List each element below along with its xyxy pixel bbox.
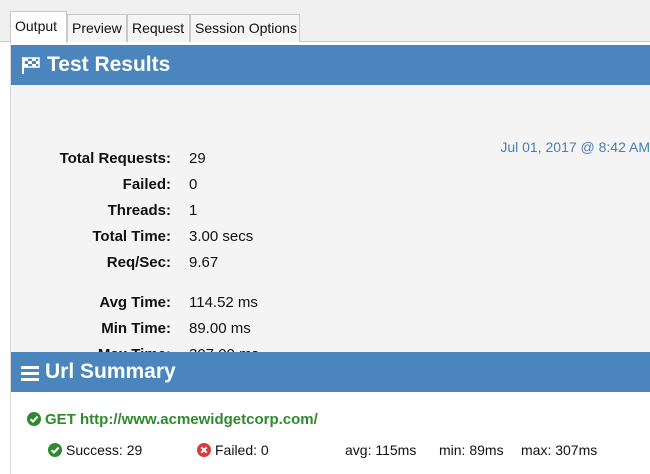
min-time-summary: min: 89ms	[439, 442, 504, 458]
stat-value: 29	[189, 150, 206, 167]
list-icon	[21, 363, 39, 387]
run-timestamp: Jul 01, 2017 @ 8:42 AM	[500, 139, 650, 155]
stat-avg-time: Avg Time: 114.52 ms	[11, 294, 411, 314]
stat-label: Total Requests:	[59, 150, 171, 167]
success-count: Success: 29	[48, 442, 142, 458]
tab-session-options[interactable]: Session Options	[190, 14, 300, 42]
stat-total-time: Total Time: 3.00 secs	[11, 228, 411, 248]
max-time-summary: max: 307ms	[521, 442, 598, 458]
url-summary-panel: GET http://www.acmewidgetcorp.com/ Succe…	[11, 392, 650, 474]
output-content: Test Results Jul 01, 2017 @ 8:42 AM Tota…	[10, 42, 650, 474]
success-count-text: Success: 29	[66, 442, 143, 458]
tab-request[interactable]: Request	[127, 14, 190, 42]
stat-value: 1	[189, 202, 198, 219]
test-results-panel: Jul 01, 2017 @ 8:42 AM Total Requests: 2…	[11, 85, 650, 363]
avg-time-summary: avg: 115ms	[345, 442, 417, 458]
stat-total-requests: Total Requests: 29	[11, 150, 411, 170]
failed-count: Failed: 0	[197, 442, 269, 458]
stat-value: 0	[189, 176, 198, 193]
failure-x-icon	[197, 443, 211, 457]
stat-label: Avg Time:	[99, 294, 171, 311]
checkered-flag-icon	[21, 56, 41, 80]
stat-value: 3.00 secs	[189, 228, 254, 245]
http-test-output-window: Output Preview Request Session Options T…	[0, 0, 650, 474]
stat-label: Failed:	[122, 176, 171, 193]
tab-output[interactable]: Output	[10, 11, 67, 43]
stat-failed: Failed: 0	[11, 176, 411, 196]
stat-value: 114.52 ms	[189, 294, 258, 311]
tab-strip: Output Preview Request Session Options	[0, 0, 650, 43]
stat-label: Threads:	[107, 202, 171, 219]
success-check-icon	[48, 443, 62, 457]
url-summary-header: Url Summary	[11, 352, 650, 392]
stat-label: Req/Sec:	[106, 254, 171, 271]
url-entry[interactable]: GET http://www.acmewidgetcorp.com/	[27, 411, 318, 428]
failed-count-text: Failed: 0	[215, 442, 269, 458]
stat-min-time: Min Time: 89.00 ms	[11, 320, 411, 340]
stat-threads: Threads: 1	[11, 202, 411, 222]
stat-value: 9.67	[189, 254, 219, 271]
url-entry-text: GET http://www.acmewidgetcorp.com/	[45, 411, 318, 428]
success-check-icon	[27, 412, 41, 426]
test-results-header: Test Results	[11, 45, 650, 85]
stat-label: Min Time:	[101, 320, 171, 337]
stat-req-per-sec: Req/Sec: 9.67	[11, 254, 411, 274]
tab-preview[interactable]: Preview	[67, 14, 127, 42]
stat-label: Total Time:	[92, 228, 171, 245]
url-summary-title: Url Summary	[45, 360, 176, 383]
stat-value: 89.00 ms	[189, 320, 251, 337]
test-results-title: Test Results	[47, 53, 171, 76]
